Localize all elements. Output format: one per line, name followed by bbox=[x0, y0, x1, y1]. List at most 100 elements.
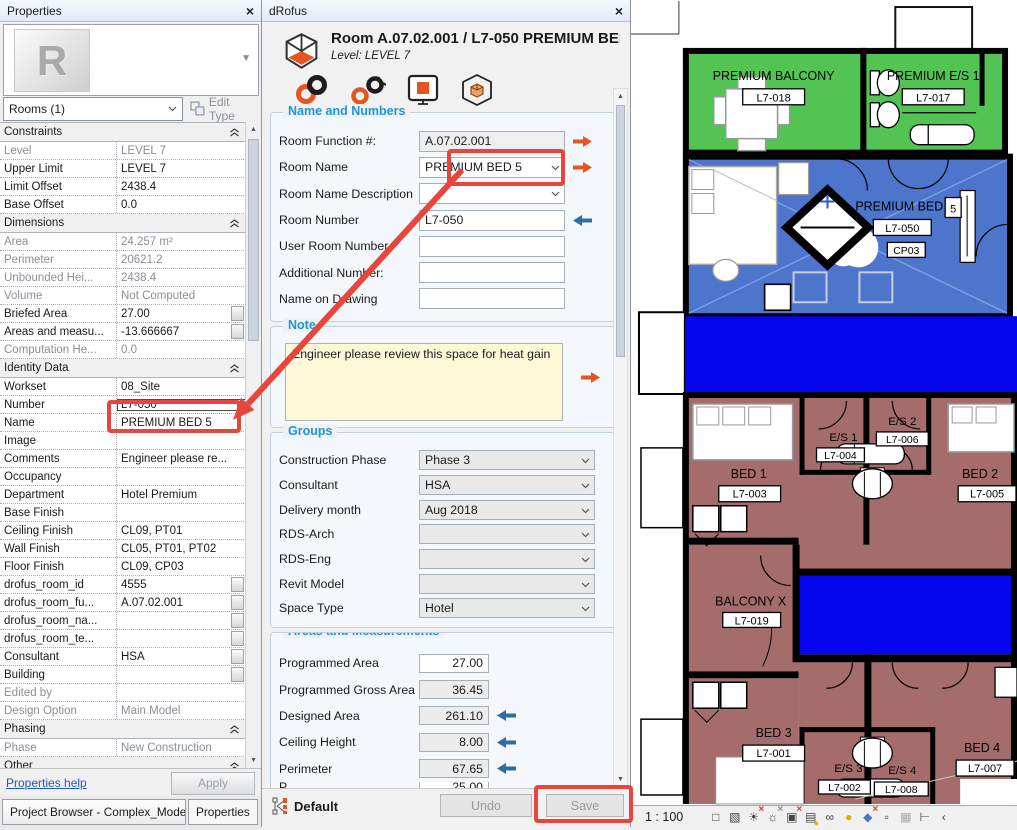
close-icon[interactable]: × bbox=[246, 4, 254, 18]
detail-level-icon[interactable]: □ bbox=[707, 808, 724, 825]
row-browse-button[interactable] bbox=[231, 613, 244, 628]
pull-from-revit-arrow-icon[interactable] bbox=[496, 709, 517, 722]
property-value[interactable]: CL05, PT01, PT02 bbox=[117, 543, 246, 555]
property-value[interactable]: 2438.4 bbox=[117, 181, 246, 193]
tab-project-browser[interactable]: Project Browser - Complex_Mode... bbox=[2, 799, 186, 825]
row-browse-button[interactable] bbox=[231, 324, 244, 339]
property-value[interactable]: LEVEL 7 bbox=[117, 163, 246, 175]
undo-button[interactable]: Undo bbox=[440, 794, 532, 817]
view-scale[interactable]: 1 : 100 bbox=[645, 810, 683, 824]
open-room-in-drofus-icon[interactable] bbox=[406, 74, 440, 106]
category-filter-combobox[interactable]: Rooms (1) bbox=[3, 97, 183, 121]
unlink-room-icon[interactable] bbox=[350, 75, 386, 105]
scroll-down-icon[interactable]: ▼ bbox=[614, 772, 627, 787]
temporary-hide-isolate-icon[interactable]: ∞ bbox=[821, 808, 838, 825]
properties-scrollbar[interactable]: ▲ ▼ bbox=[245, 122, 261, 768]
field-input[interactable] bbox=[419, 288, 565, 309]
pull-from-revit-arrow-icon[interactable] bbox=[496, 762, 517, 775]
property-value[interactable]: CL09, CP03 bbox=[117, 561, 246, 573]
reveal-hidden-elements-icon[interactable]: ● bbox=[840, 808, 857, 825]
pull-from-revit-arrow-icon[interactable] bbox=[572, 214, 593, 227]
collapse-chevron-icon[interactable] bbox=[229, 219, 240, 228]
field-input[interactable]: A.07.02.001 bbox=[419, 131, 565, 152]
scroll-up-icon[interactable]: ▲ bbox=[614, 89, 627, 104]
row-browse-button[interactable] bbox=[231, 595, 244, 610]
show-in-model-icon[interactable] bbox=[460, 74, 494, 106]
property-value[interactable]: PREMIUM BED 5 bbox=[117, 417, 246, 429]
field-combobox[interactable]: Phase 3 bbox=[419, 450, 595, 470]
field-combobox[interactable]: Aug 2018 bbox=[419, 500, 595, 520]
property-value[interactable]: Hotel Premium bbox=[117, 489, 246, 501]
section-header-phasing[interactable]: Phasing bbox=[0, 720, 246, 739]
field-combobox[interactable] bbox=[419, 524, 595, 544]
row-browse-button[interactable] bbox=[231, 631, 244, 646]
field-combobox[interactable] bbox=[419, 574, 595, 594]
section-header-identity-data[interactable]: Identity Data bbox=[0, 359, 246, 378]
link-room-icon[interactable] bbox=[294, 75, 330, 105]
property-value[interactable]: -13.666667 bbox=[117, 326, 229, 338]
field-combobox[interactable] bbox=[419, 549, 595, 569]
property-value[interactable]: Engineer please re... bbox=[117, 453, 246, 465]
property-value[interactable]: 27.00 bbox=[117, 308, 229, 320]
visual-style-icon[interactable]: ▧ bbox=[726, 808, 743, 825]
profile-selector[interactable]: Default bbox=[272, 797, 338, 815]
field-combobox[interactable]: PREMIUM BED 5 bbox=[419, 157, 565, 178]
field-input[interactable] bbox=[419, 262, 565, 283]
chevron-down-icon[interactable]: ▼ bbox=[241, 53, 251, 64]
collapse-chevron-icon[interactable] bbox=[229, 364, 240, 373]
collapse-chevron[interactable]: ‹ bbox=[935, 808, 952, 825]
row-browse-button[interactable] bbox=[231, 577, 244, 592]
reveal-constraints-icon[interactable]: ⊢ bbox=[916, 808, 933, 825]
apply-button[interactable]: Apply bbox=[171, 772, 255, 795]
collapse-chevron-icon[interactable] bbox=[229, 725, 240, 734]
tab-properties[interactable]: Properties bbox=[188, 799, 258, 825]
field-input[interactable] bbox=[419, 236, 565, 257]
field-input[interactable]: L7-050 bbox=[419, 210, 565, 231]
type-selector[interactable]: R ▼ bbox=[3, 24, 259, 96]
property-value[interactable]: 08_Site bbox=[117, 381, 246, 393]
drofus-scrollbar[interactable]: ▲ ▼ bbox=[613, 88, 628, 788]
save-button[interactable]: Save bbox=[546, 794, 624, 817]
push-to-drofus-arrow-icon[interactable] bbox=[572, 161, 593, 174]
close-icon[interactable]: × bbox=[615, 4, 623, 18]
collapse-chevron-icon[interactable] bbox=[229, 128, 240, 137]
worksharing-display-icon[interactable]: ▦ bbox=[897, 808, 914, 825]
field-input[interactable]: 261.10 bbox=[419, 706, 489, 725]
edit-type-button[interactable]: Edit Type bbox=[190, 95, 258, 123]
scrollbar-thumb[interactable] bbox=[616, 105, 625, 357]
row-browse-button[interactable] bbox=[231, 306, 244, 321]
note-textarea[interactable]: Engineer please review this space for he… bbox=[285, 343, 563, 421]
shadows-icon[interactable]: ☼× bbox=[764, 808, 781, 825]
field-combobox[interactable] bbox=[419, 183, 565, 204]
property-value[interactable]: L7-050 bbox=[117, 399, 246, 411]
analytical-model-icon[interactable]: ◆× bbox=[859, 808, 876, 825]
crop-view-icon[interactable]: ▣× bbox=[783, 808, 800, 825]
floor-plan-drawing[interactable]: PREMIUM BALCONY L7-018 PREMIUM E/S 1 L7-… bbox=[631, 0, 1017, 805]
property-value[interactable]: HSA bbox=[117, 651, 229, 663]
corridor[interactable] bbox=[686, 316, 1017, 392]
scroll-up-icon[interactable]: ▲ bbox=[246, 122, 261, 137]
section-header-dimensions[interactable]: Dimensions bbox=[0, 214, 246, 233]
row-browse-button[interactable] bbox=[231, 667, 244, 682]
push-to-drofus-arrow-icon[interactable] bbox=[572, 135, 593, 148]
field-combobox[interactable]: HSA bbox=[419, 475, 595, 495]
property-value[interactable]: 0.0 bbox=[117, 199, 246, 211]
field-input[interactable]: 36.45 bbox=[419, 680, 489, 699]
row-browse-button[interactable] bbox=[231, 649, 244, 664]
sun-path-icon[interactable]: ☀× bbox=[745, 808, 762, 825]
field-combobox[interactable]: Hotel bbox=[419, 598, 595, 618]
floor-plan-view[interactable]: PREMIUM BALCONY L7-018 PREMIUM E/S 1 L7-… bbox=[631, 0, 1017, 827]
corridor-2[interactable] bbox=[799, 575, 1017, 655]
property-value[interactable]: CL09, PT01 bbox=[117, 525, 246, 537]
push-to-drofus-arrow-icon[interactable] bbox=[580, 371, 601, 389]
property-value[interactable]: 4555 bbox=[117, 579, 229, 591]
property-value[interactable]: A.07.02.001 bbox=[117, 597, 229, 609]
properties-help-link[interactable]: Properties help bbox=[6, 776, 87, 790]
temporary-view-properties-icon[interactable]: ▫ bbox=[878, 808, 895, 825]
crop-region-icon[interactable]: ▤● bbox=[802, 808, 819, 825]
scroll-down-icon[interactable]: ▼ bbox=[246, 753, 261, 768]
section-header-constraints[interactable]: Constraints bbox=[0, 123, 246, 142]
pull-from-revit-arrow-icon[interactable] bbox=[496, 736, 517, 749]
field-input[interactable]: 8.00 bbox=[419, 733, 489, 752]
field-input[interactable]: 67.65 bbox=[419, 759, 489, 778]
